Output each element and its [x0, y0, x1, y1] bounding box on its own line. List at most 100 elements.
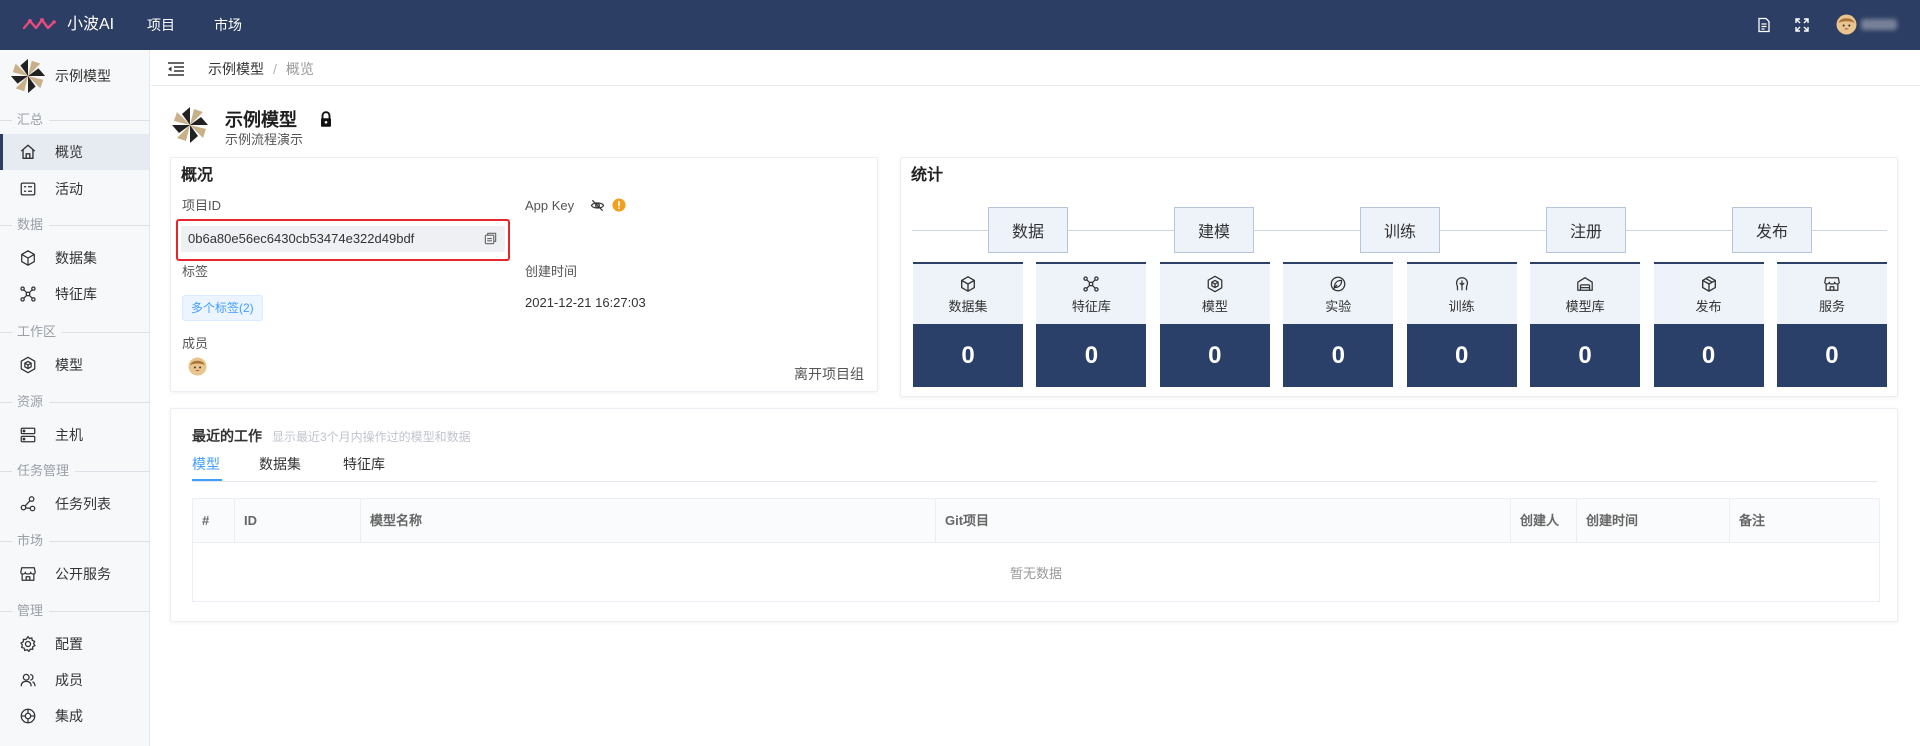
sidebar-item-integration[interactable]: 集成 [0, 698, 149, 734]
sidebar-item-config[interactable]: 配置 [0, 626, 149, 662]
stat-label: 服务 [1818, 299, 1845, 314]
member-avatar[interactable] [188, 357, 207, 376]
stat-count: 0 [1283, 324, 1394, 387]
sidebar-item-members[interactable]: 成员 [0, 662, 149, 698]
brain-icon [1453, 275, 1471, 293]
members-label: 成员 [182, 336, 209, 351]
stat-datasets[interactable]: 数据集 0 [913, 262, 1023, 387]
stage-publish: 发布 [1732, 207, 1812, 253]
sidebar-item-label: 主机 [55, 427, 83, 443]
wave-logo-icon[interactable] [22, 16, 56, 34]
sidebar-item-overview[interactable]: 概览 [0, 134, 149, 170]
section-label: 工作区 [17, 324, 57, 339]
topnav-market[interactable]: 市场 [214, 16, 242, 34]
recent-work-table: # ID 模型名称 Git项目 创建人 创建时间 备注 暂无数据 [192, 498, 1880, 602]
breadcrumb-current: 概览 [285, 61, 314, 77]
stat-label: 训练 [1448, 299, 1475, 314]
section-workspace: 工作区 [0, 324, 150, 340]
column-header: 创建人 [1511, 499, 1577, 542]
sidebar: 示例模型 汇总 概览 活动 数据 数据集 特征库 工作区 模型 资源 主机 任务… [0, 50, 150, 746]
project-id-field[interactable]: 0b6a80e56ec6430cb53474e322d49bdf [181, 226, 505, 252]
stat-training[interactable]: 训练 0 [1406, 262, 1517, 387]
stats-card: 统计 数据 建模 训练 注册 发布 数据集 0 特征库 0 模型 0 实验 0 … [900, 157, 1898, 397]
page-subtitle: 示例流程演示 [225, 132, 304, 147]
sidebar-project-name: 示例模型 [55, 68, 111, 84]
sidebar-project[interactable]: 示例模型 [0, 54, 149, 98]
breadcrumb-bar: 示例模型 / 概览 [151, 50, 1920, 86]
menu-collapse-icon[interactable] [167, 61, 185, 77]
box-icon [1700, 275, 1718, 293]
sidebar-item-activity[interactable]: 活动 [0, 171, 149, 207]
stage-register: 注册 [1546, 207, 1626, 253]
stat-count: 0 [1776, 324, 1887, 387]
sidebar-item-datasets[interactable]: 数据集 [0, 240, 149, 276]
username-blurred[interactable] [1861, 19, 1897, 30]
fullscreen-icon[interactable] [1794, 17, 1810, 33]
gear-icon [19, 635, 37, 653]
stat-published[interactable]: 发布 0 [1653, 262, 1764, 387]
sidebar-item-feature-store[interactable]: 特征库 [0, 276, 149, 312]
stat-models[interactable]: 模型 0 [1159, 262, 1270, 387]
cube-icon [19, 249, 37, 267]
sidebar-item-models[interactable]: 模型 [0, 347, 149, 383]
recent-work-title: 最近的工作 [192, 428, 262, 444]
project-id-label: 项目ID [182, 198, 222, 213]
app-name[interactable]: 小波AI [67, 15, 114, 35]
stat-label: 实验 [1325, 299, 1352, 314]
tab-feature-store[interactable]: 特征库 [343, 456, 385, 473]
stat-label: 模型库 [1565, 299, 1605, 314]
tab-datasets[interactable]: 数据集 [259, 456, 301, 473]
users-icon [19, 671, 37, 689]
sidebar-item-label: 公开服务 [55, 566, 111, 582]
document-icon[interactable] [1756, 17, 1772, 33]
column-header: # [193, 499, 235, 542]
section-market: 市场 [0, 533, 150, 549]
server-icon [19, 426, 37, 444]
feature-nodes-icon [1082, 275, 1100, 293]
eye-slash-icon[interactable] [590, 198, 605, 213]
stat-experiments[interactable]: 实验 0 [1283, 262, 1394, 387]
stat-count: 0 [913, 324, 1023, 387]
home-icon [19, 143, 37, 161]
pipeline-stages: 数据 建模 训练 注册 发布 [988, 207, 1812, 253]
stat-cards: 数据集 0 特征库 0 模型 0 实验 0 训练 0 模型库 0 发布 0 服务 [913, 262, 1887, 387]
stat-label: 发布 [1695, 299, 1722, 314]
feature-nodes-icon [19, 285, 37, 303]
sidebar-item-public-services[interactable]: 公开服务 [0, 556, 149, 592]
tab-models[interactable]: 模型 [192, 456, 220, 473]
sidebar-item-label: 配置 [55, 636, 83, 652]
leave-project-button[interactable]: 离开项目组 [794, 365, 864, 383]
section-label: 资源 [17, 394, 44, 409]
store-icon [1823, 275, 1841, 293]
section-admin: 管理 [0, 603, 150, 619]
column-header: 备注 [1739, 513, 1766, 528]
stat-count: 0 [1406, 324, 1517, 387]
breadcrumb-project[interactable]: 示例模型 [208, 60, 264, 78]
user-avatar[interactable] [1836, 14, 1857, 35]
stat-label: 数据集 [948, 299, 988, 314]
info-icon [612, 198, 626, 212]
tags-badge[interactable]: 多个标签(2) [182, 295, 263, 321]
section-label: 市场 [17, 533, 44, 548]
section-label: 任务管理 [17, 463, 70, 478]
section-label: 数据 [17, 217, 44, 232]
stat-model-registry[interactable]: 模型库 0 [1530, 262, 1641, 387]
copy-icon[interactable] [483, 231, 498, 246]
sidebar-item-label: 特征库 [55, 286, 97, 302]
sidebar-item-hosts[interactable]: 主机 [0, 417, 149, 453]
overview-card: 概况 项目ID 0b6a80e56ec6430cb53474e322d49bdf… [170, 157, 878, 392]
stats-title: 统计 [911, 167, 944, 184]
stat-count: 0 [1159, 324, 1270, 387]
model-icon [19, 356, 37, 374]
active-tab-indicator [192, 479, 222, 481]
column-header: Git项目 [936, 499, 1511, 542]
sidebar-item-task-list[interactable]: 任务列表 [0, 486, 149, 522]
section-summary: 汇总 [0, 112, 150, 128]
lock-icon [318, 111, 334, 128]
app-key-label: App Key [525, 198, 575, 213]
stage-training: 训练 [1360, 207, 1440, 253]
stat-feature-store[interactable]: 特征库 0 [1036, 262, 1147, 387]
stat-services[interactable]: 服务 0 [1776, 262, 1887, 387]
column-header: 创建时间 [1577, 499, 1730, 542]
topnav-projects[interactable]: 项目 [147, 16, 175, 34]
